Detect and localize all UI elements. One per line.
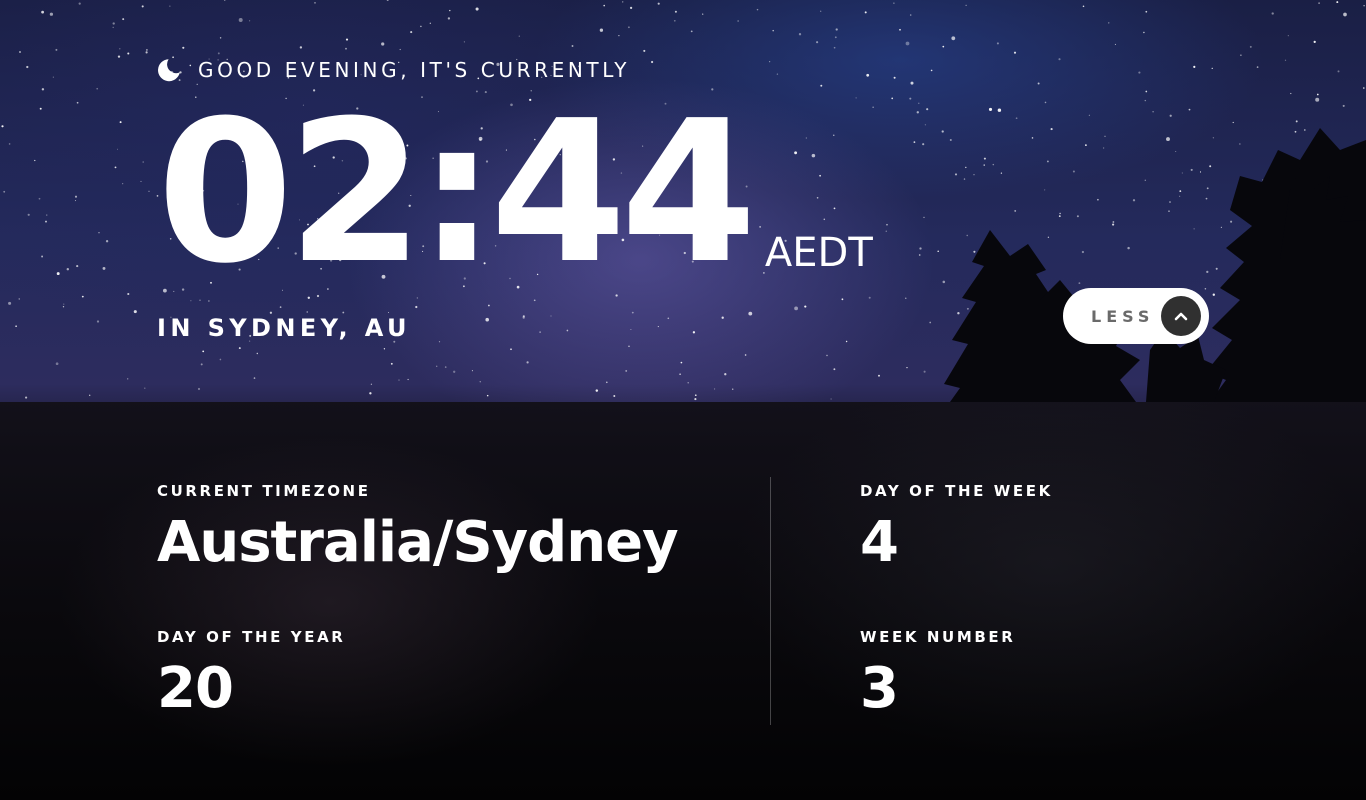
less-button-label: LESS: [1091, 306, 1155, 326]
current-timezone-stat: CURRENT TIMEZONE Australia/Sydney: [157, 481, 679, 575]
clock-app: GOOD EVENING, IT'S CURRENTLY 02:44 AEDT …: [0, 0, 1366, 800]
week-number-label: WEEK NUMBER: [860, 628, 1016, 646]
chevron-up-icon[interactable]: [1161, 296, 1201, 336]
current-timezone-value: Australia/Sydney: [157, 510, 679, 575]
day-of-week-label: DAY OF THE WEEK: [860, 482, 1053, 500]
location-text: IN SYDNEY, AU: [157, 314, 411, 342]
week-number-stat: WEEK NUMBER 3: [860, 627, 1015, 719]
day-of-year-stat: DAY OF THE YEAR 20: [157, 627, 345, 719]
timezone-abbreviation: AEDT: [764, 230, 873, 276]
less-button[interactable]: LESS: [1063, 288, 1209, 344]
current-time: 02:44: [157, 79, 757, 307]
details-panel: CURRENT TIMEZONE Australia/Sydney DAY OF…: [0, 402, 1366, 800]
time-row: 02:44 AEDT: [157, 79, 873, 307]
day-of-year-value: 20: [157, 656, 234, 721]
time-display-section: GOOD EVENING, IT'S CURRENTLY 02:44 AEDT …: [0, 0, 1366, 402]
vertical-divider: [770, 477, 771, 725]
current-timezone-label: CURRENT TIMEZONE: [157, 482, 371, 500]
day-of-week-value: 4: [860, 510, 899, 575]
day-of-week-stat: DAY OF THE WEEK 4: [860, 481, 1053, 573]
week-number-value: 3: [860, 656, 899, 721]
day-of-year-label: DAY OF THE YEAR: [157, 628, 346, 646]
